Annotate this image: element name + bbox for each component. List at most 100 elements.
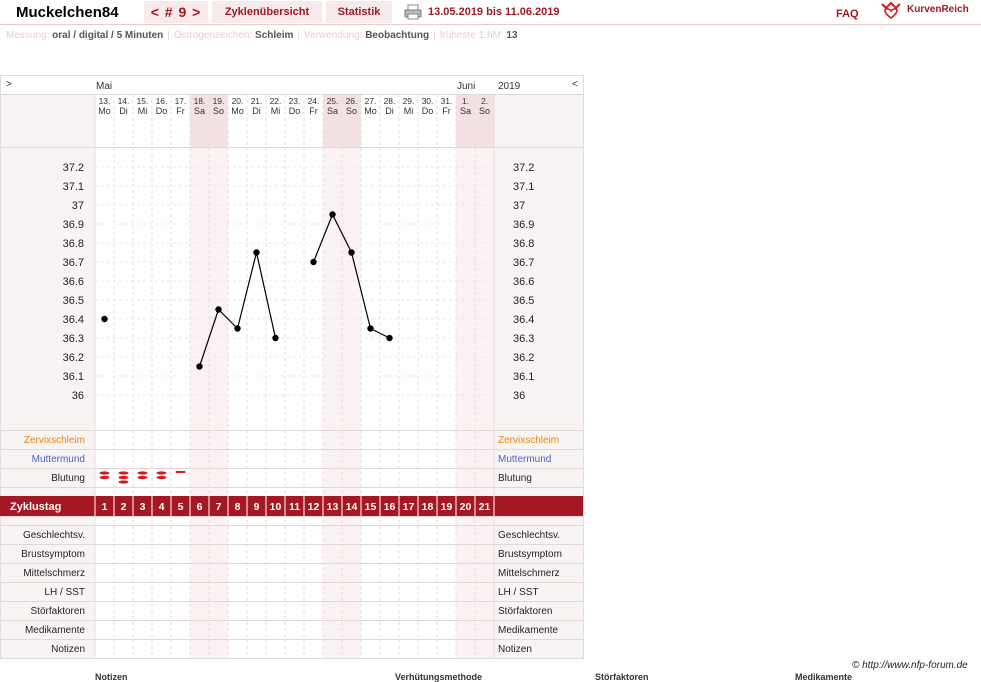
cycle-day-number: 12 [308, 501, 320, 513]
footer-verhuetung: Verhütungsmethode [395, 672, 483, 682]
bleeding-mark [137, 475, 148, 480]
bleeding-mark [118, 471, 129, 475]
row-label-lower-right: Mittelschmerz [498, 568, 560, 579]
y-tick-label-left: 36.2 [63, 352, 84, 364]
row-label-lower-right: Brustsymptom [498, 549, 562, 560]
cycle-day-number: 11 [289, 501, 300, 513]
day-weekday-label: Do [156, 106, 168, 116]
bleeding-mark [156, 471, 167, 475]
cycle-day-number: 14 [346, 501, 358, 513]
day-date-label: 1. [462, 96, 469, 106]
weekend-column [456, 148, 475, 658]
row-label-lower-left: Mittelschmerz [23, 568, 85, 579]
footer-headings: Notizen Verhütungsmethode Störfaktoren M… [0, 672, 981, 682]
y-tick-label-right: 36.1 [513, 371, 534, 383]
cycle-day-number: 7 [216, 501, 222, 513]
row-label-muttermund-right: Muttermund [498, 454, 551, 465]
y-tick-label-left: 37.2 [63, 162, 84, 174]
temperature-point [310, 258, 317, 266]
day-weekday-label: So [479, 106, 490, 116]
cycle-day-number: 13 [327, 501, 339, 513]
day-weekday-label: Sa [460, 106, 471, 116]
bleeding-mark [118, 475, 129, 480]
day-date-label: 29. [403, 96, 415, 106]
bleeding-mark [156, 475, 167, 480]
y-tick-label-left: 36.8 [63, 238, 84, 250]
temperature-point [386, 334, 393, 342]
temperature-point [253, 249, 260, 256]
month-label-may: Mai [96, 81, 112, 92]
temperature-point [348, 249, 355, 256]
footer-medikamente: Medikamente [795, 672, 853, 682]
row-label-lower-left: Geschlechtsv. [23, 530, 85, 541]
day-weekday-label: Mi [271, 106, 281, 116]
day-date-label: 30. [422, 96, 434, 106]
day-weekday-label: Di [252, 106, 261, 116]
bleeding-mark [99, 475, 110, 480]
day-weekday-label: Mo [98, 106, 111, 116]
row-label-lower-right: Notizen [498, 644, 532, 655]
y-tick-label-left: 36.4 [63, 314, 84, 326]
day-date-label: 19. [213, 96, 225, 106]
day-weekday-label: Mo [364, 106, 377, 116]
temperature-point [367, 325, 374, 332]
y-tick-label-left: 36.7 [63, 257, 84, 269]
row-label-zervixschleim-left: Zervixschleim [24, 435, 85, 446]
day-weekday-label: Mi [138, 106, 148, 116]
day-date-label: 25. [327, 96, 339, 106]
day-weekday-label: Do [422, 106, 434, 116]
temperature-point [215, 306, 222, 313]
y-tick-label-right: 36.8 [513, 238, 534, 250]
day-date-label: 20. [232, 96, 244, 106]
row-label-lower-right: Geschlechtsv. [498, 530, 560, 541]
y-tick-label-right: 36.7 [513, 257, 534, 269]
row-label-blutung-right: Blutung [498, 473, 532, 484]
y-tick-label-left: 36.1 [63, 371, 84, 383]
day-weekday-label: So [213, 106, 224, 116]
day-date-label: 22. [270, 96, 282, 106]
y-tick-label-left: 37.1 [63, 181, 84, 193]
row-label-zervixschleim-right: Zervixschleim [498, 435, 559, 446]
year-label: 2019 [498, 81, 521, 92]
row-label-lower-right: Störfaktoren [498, 606, 552, 617]
row-label-lower-left: Notizen [51, 644, 85, 655]
temperature-point [234, 325, 241, 332]
day-date-label: 13. [99, 96, 111, 106]
cycle-day-number: 16 [384, 501, 396, 513]
y-tick-label-right: 37.2 [513, 162, 534, 174]
y-tick-label-right: 36.5 [513, 295, 534, 307]
cycle-day-number: 4 [159, 501, 165, 513]
day-weekday-label: Mo [231, 106, 244, 116]
day-weekday-label: Fr [442, 106, 451, 116]
row-label-lower-left: Medikamente [25, 625, 85, 636]
day-date-label: 21. [251, 96, 263, 106]
footer-stoerfaktoren: Störfaktoren [595, 672, 649, 682]
cycle-day-number: 8 [235, 501, 241, 513]
y-tick-label-left: 36.3 [63, 333, 84, 345]
footer-notizen: Notizen [95, 672, 128, 682]
month-label-june: Juni [457, 81, 475, 92]
row-label-lower-right: LH / SST [498, 587, 539, 598]
cycle-day-number: 15 [365, 501, 377, 513]
temperature-point [196, 363, 203, 370]
cycle-day-number: 17 [403, 501, 415, 513]
temperature-point [101, 315, 108, 323]
day-weekday-label: Sa [327, 106, 338, 116]
cycle-chart: > <Mai Juni 201913.Mo14.Di15.Mi16.Do17.Fr18… [0, 75, 584, 659]
weekend-column [342, 148, 361, 658]
cycle-day-number: 20 [460, 501, 472, 513]
y-tick-label-right: 36.2 [513, 352, 534, 364]
day-weekday-label: Di [385, 106, 394, 116]
nav-left-arrow[interactable]: > [6, 79, 12, 90]
row-label-lower-left: LH / SST [44, 587, 85, 598]
day-date-label: 27. [365, 96, 377, 106]
y-tick-label-right: 37 [513, 200, 525, 212]
day-date-label: 16. [156, 96, 168, 106]
cycle-day-number: 3 [140, 501, 146, 513]
day-date-label: 17. [175, 96, 187, 106]
nav-right-arrow[interactable]: < [572, 79, 578, 90]
day-weekday-label: Di [119, 106, 128, 116]
row-label-lower-right: Medikamente [498, 625, 558, 636]
y-tick-label-left: 36.6 [63, 276, 84, 288]
day-date-label: 23. [289, 96, 301, 106]
